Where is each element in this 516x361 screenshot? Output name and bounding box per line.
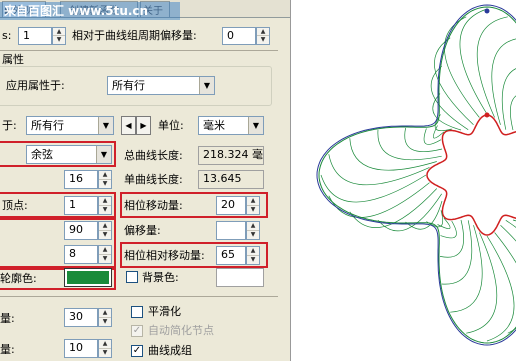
value-8-spinner[interactable]: ▲ ▼ bbox=[98, 245, 112, 264]
relative-phase-label: 相位相对移动量: bbox=[124, 249, 205, 262]
smooth-checkbox[interactable] bbox=[131, 306, 143, 318]
offset-prefix-label: s: bbox=[2, 29, 12, 42]
watermark-text: 来自百图汇 www.5tu.cn bbox=[4, 4, 149, 18]
relative-offset-input[interactable]: 0 bbox=[222, 27, 256, 45]
curve-loop bbox=[486, 235, 515, 342]
apply-to-value: 所有行 bbox=[112, 79, 145, 92]
node-marker bbox=[484, 8, 490, 14]
curve-loop bbox=[349, 188, 438, 228]
section-title: 属性 bbox=[2, 53, 24, 66]
next-row-button[interactable]: ▶ bbox=[136, 116, 151, 135]
background-color-label: 背景色: bbox=[142, 271, 179, 284]
apply-to-select[interactable]: 所有行 ▼ bbox=[107, 76, 215, 95]
section-divider bbox=[0, 50, 278, 51]
value-8-input[interactable]: 8 bbox=[64, 245, 98, 264]
offset-count-input[interactable]: 1 bbox=[18, 27, 52, 45]
amount-10-input[interactable]: 10 bbox=[64, 339, 98, 358]
chevron-down-icon: ▼ bbox=[248, 117, 263, 134]
curve-loop bbox=[441, 220, 473, 285]
curve-loop bbox=[439, 219, 464, 258]
chevron-down-icon: ▼ bbox=[199, 77, 214, 94]
curve-type-value: 余弦 bbox=[31, 148, 53, 161]
curve-loop bbox=[405, 200, 443, 230]
curve-loop bbox=[349, 138, 437, 171]
total-length-label: 总曲线长度: bbox=[124, 149, 183, 162]
phase-shift-label: 相位移动量: bbox=[124, 199, 183, 212]
relative-offset-spinner[interactable]: ▲ ▼ bbox=[256, 27, 270, 45]
preview-panel bbox=[290, 0, 516, 361]
offset-label: 偏移量: bbox=[124, 224, 161, 237]
apply-to-label: 应用属性于: bbox=[6, 79, 65, 92]
offset-count-spinner[interactable]: ▲ ▼ bbox=[52, 27, 66, 45]
outline-color-fill bbox=[67, 271, 109, 284]
offset-spinner[interactable]: ▲ ▼ bbox=[246, 221, 260, 240]
row-target-label: 于: bbox=[2, 119, 17, 132]
relative-phase-input[interactable]: 65 bbox=[216, 246, 246, 265]
curve-preview bbox=[316, 4, 516, 346]
chevron-down-icon: ▼ bbox=[96, 146, 111, 163]
background-color-swatch[interactable] bbox=[216, 268, 264, 287]
group-curves-checkbox[interactable]: ✓ bbox=[131, 345, 143, 357]
relative-phase-spinner[interactable]: ▲ ▼ bbox=[246, 246, 260, 265]
phase-shift-spinner[interactable]: ▲ ▼ bbox=[246, 196, 260, 215]
prev-row-button[interactable]: ◀ bbox=[121, 116, 136, 135]
phase-shift-input[interactable]: 20 bbox=[216, 196, 246, 215]
vertex-spinner[interactable]: ▲ ▼ bbox=[98, 196, 112, 215]
relative-offset-label: 相对于曲线组周期偏移量: bbox=[72, 29, 197, 42]
value-90-input[interactable]: 90 bbox=[64, 221, 98, 240]
chevron-down-icon: ▼ bbox=[98, 117, 113, 134]
offset-input[interactable] bbox=[216, 221, 246, 240]
curve-loop bbox=[404, 127, 443, 152]
auto-simplify-label: 自动简化节点 bbox=[148, 324, 214, 337]
outline-curve bbox=[316, 4, 516, 346]
bottom-divider bbox=[0, 296, 278, 297]
amount-30-label: 量: bbox=[0, 312, 15, 325]
amount-30-input[interactable]: 30 bbox=[64, 308, 98, 327]
single-length-value: 13.645 bbox=[198, 170, 264, 189]
amount-30-spinner[interactable]: ▲ ▼ bbox=[98, 308, 112, 327]
row-target-value: 所有行 bbox=[31, 119, 64, 132]
outline-color-label: 轮廓色: bbox=[0, 272, 37, 285]
auto-simplify-checkbox[interactable]: ✓ bbox=[131, 325, 143, 337]
unit-select[interactable]: 毫米 ▼ bbox=[198, 116, 264, 135]
group-curves-label: 曲线成组 bbox=[148, 344, 192, 357]
curve-loop bbox=[459, 8, 488, 115]
unit-label: 单位: bbox=[158, 119, 184, 132]
node-marker bbox=[484, 112, 490, 118]
unit-value: 毫米 bbox=[203, 119, 225, 132]
curve-count-spinner[interactable]: ▲ ▼ bbox=[98, 170, 112, 189]
curve-loop bbox=[494, 232, 516, 334]
vertex-input[interactable]: 1 bbox=[64, 196, 98, 215]
curve-type-select[interactable]: 余弦 ▼ bbox=[26, 145, 112, 164]
curve-loop bbox=[450, 225, 483, 313]
curve-loop bbox=[432, 93, 462, 131]
curve-loop bbox=[320, 174, 427, 203]
value-90-spinner[interactable]: ▲ ▼ bbox=[98, 221, 112, 240]
inner-curve bbox=[426, 114, 516, 236]
outline-color-swatch[interactable] bbox=[64, 268, 112, 287]
single-length-label: 单曲线长度: bbox=[124, 173, 183, 186]
curve-loop bbox=[377, 129, 442, 161]
row-target-select[interactable]: 所有行 ▼ bbox=[26, 116, 114, 135]
amount-10-label: 量: bbox=[0, 343, 15, 356]
curve-loop bbox=[434, 37, 474, 126]
outer-curve bbox=[318, 6, 516, 344]
curve-loop bbox=[491, 38, 516, 125]
curve-count-input[interactable]: 16 bbox=[64, 170, 98, 189]
curve-loop bbox=[510, 95, 516, 131]
amount-10-spinner[interactable]: ▲ ▼ bbox=[98, 339, 112, 358]
background-color-checkbox[interactable] bbox=[126, 271, 138, 283]
vertex-label: 顶点: bbox=[2, 199, 28, 212]
total-length-value: 218.324 毫米 bbox=[198, 146, 264, 165]
smooth-label: 平滑化 bbox=[148, 305, 181, 318]
